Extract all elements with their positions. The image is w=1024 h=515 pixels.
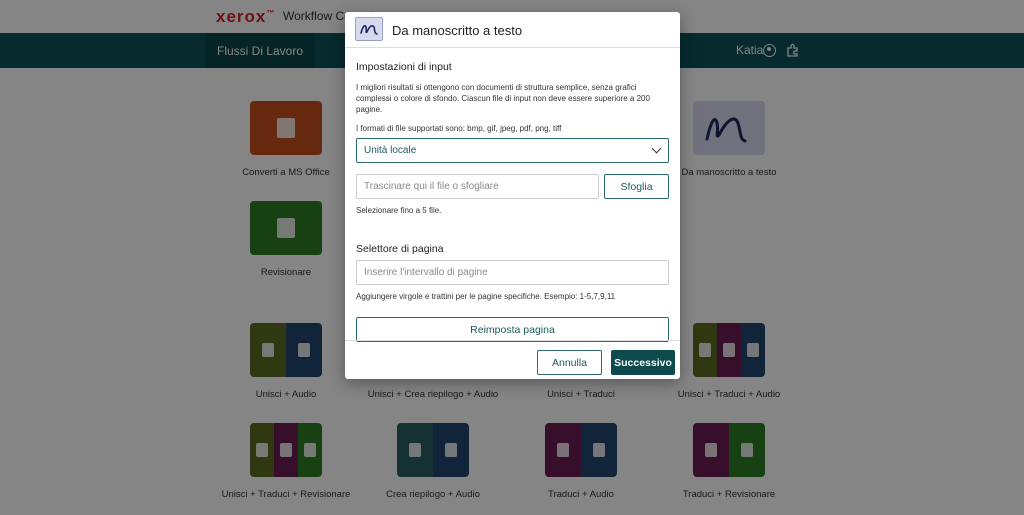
input-settings-heading: Impostazioni di input [356, 61, 452, 73]
reset-page-button[interactable]: Reimposta pagina [356, 317, 669, 342]
handwriting-icon [355, 17, 383, 41]
dialog-footer: Annulla Successivo [345, 340, 680, 379]
file-hint: Selezionare fino a 5 file. [356, 206, 442, 215]
page-selector-heading: Selettore di pagina [356, 243, 444, 255]
browse-button[interactable]: Sfoglia [604, 174, 669, 199]
source-select[interactable]: Unità locale [356, 138, 669, 163]
handwriting-dialog: Da manoscritto a testo Impostazioni di i… [345, 12, 680, 379]
page-range-input[interactable] [356, 260, 669, 285]
dialog-title: Da manoscritto a testo [392, 23, 523, 38]
cancel-button[interactable]: Annulla [537, 350, 602, 375]
chevron-down-icon [651, 143, 662, 154]
next-button[interactable]: Successivo [611, 350, 675, 375]
file-drop-input[interactable] [356, 174, 599, 199]
supported-formats: I formati di file supportati sono: bmp, … [356, 124, 562, 133]
source-select-value: Unità locale [364, 145, 417, 156]
dialog-header: Da manoscritto a testo [345, 12, 680, 48]
input-description: I migliori risultati si ottengono con do… [356, 83, 650, 114]
page-hint: Aggiungere virgole e trattini per le pag… [356, 292, 616, 301]
